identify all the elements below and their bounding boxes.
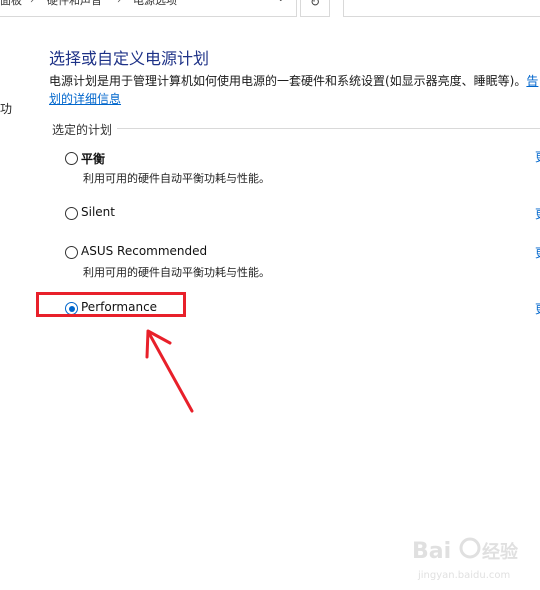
sidebar-cut-text: 功: [0, 102, 13, 116]
radio-asus-recommended[interactable]: [65, 246, 78, 259]
radio-silent[interactable]: [65, 207, 78, 220]
section-label: 选定的计划: [52, 123, 113, 137]
change-plan-settings-link[interactable]: 更: [535, 205, 540, 222]
breadcrumb-control-panel[interactable]: 面板: [0, 0, 22, 9]
breadcrumb-power-options[interactable]: 电源选项: [133, 0, 177, 9]
change-plan-settings-link[interactable]: 更: [535, 244, 540, 261]
chevron-down-icon[interactable]: ⌄: [277, 0, 285, 7]
breadcrumb-hardware-sound[interactable]: 硬件和声音: [47, 0, 102, 9]
learn-more-link[interactable]: 告: [526, 74, 538, 88]
refresh-button[interactable]: ↻: [300, 0, 330, 17]
address-bar[interactable]: 面板 › 硬件和声音 › 电源选项 ⌄: [0, 0, 297, 17]
radio-balanced[interactable]: [65, 152, 78, 165]
breadcrumb-separator-icon: ›: [117, 0, 121, 6]
change-plan-settings-link[interactable]: 更: [535, 300, 540, 317]
watermark-logo-icon: Bai 经验 jingyan.baidu.com: [412, 537, 519, 581]
svg-text:jingyan.baidu.com: jingyan.baidu.com: [417, 570, 510, 581]
search-input[interactable]: [343, 0, 540, 17]
plan-name: 平衡: [81, 152, 106, 166]
plan-description: 利用可用的硬件自动平衡功耗与性能。: [83, 266, 270, 279]
svg-text:Bai: Bai: [412, 539, 451, 564]
section-divider: [117, 128, 540, 129]
page-title: 选择或自定义电源计划: [49, 49, 210, 68]
address-bar-area: 面板 › 硬件和声音 › 电源选项 ⌄ ↻: [0, 0, 540, 17]
refresh-icon: ↻: [309, 0, 321, 9]
plan-name: ASUS Recommended: [81, 244, 208, 258]
page-description: 电源计划是用于管理计算机如何使用电源的一套硬件和系统设置(如显示器亮度、睡眠等)…: [49, 72, 539, 90]
description-text: 电源计划是用于管理计算机如何使用电源的一套硬件和系统设置(如显示器亮度、睡眠等)…: [49, 74, 527, 88]
breadcrumb-separator-icon: ›: [30, 0, 34, 6]
change-plan-settings-link[interactable]: 更: [535, 148, 540, 165]
highlight-box: [36, 292, 186, 317]
plan-description: 利用可用的硬件自动平衡功耗与性能。: [83, 172, 270, 185]
learn-more-link-continued[interactable]: 划的详细信息: [49, 90, 121, 107]
plan-name: Silent: [81, 205, 115, 219]
svg-text:经验: 经验: [482, 541, 519, 563]
